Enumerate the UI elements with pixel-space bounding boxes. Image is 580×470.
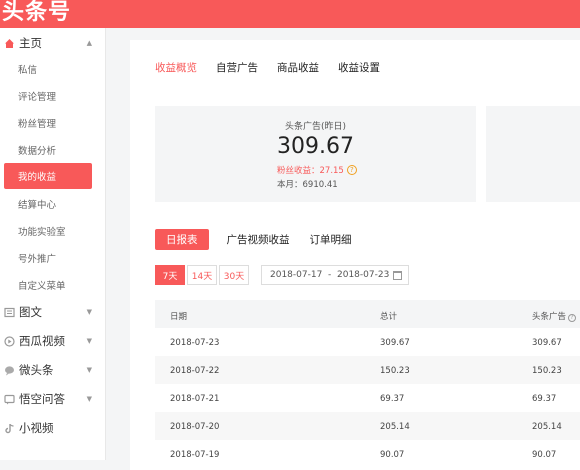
video-icon (3, 335, 15, 347)
sidebar-group-xigua-video[interactable]: 西瓜视频 ▼ (0, 330, 106, 352)
sidebar-group-label: 西瓜视频 (19, 334, 65, 348)
table-row: 2018-07-21 69.37 69.37 (155, 384, 580, 412)
sidebar-item-custom-menu[interactable]: 自定义菜单 (0, 274, 106, 296)
sidebar-group-micro-toutiao[interactable]: 微头条 ▼ (0, 359, 106, 381)
chevron-down-icon[interactable]: ▼ (87, 366, 92, 374)
tab-self-ads[interactable]: 自营广告 (216, 60, 258, 75)
sidebar-item-promotion[interactable]: 号外推广 (0, 247, 106, 269)
sidebar-group-label: 小视频 (19, 421, 54, 435)
report-tabs: 日报表 广告视频收益 订单明细 (155, 228, 372, 250)
sidebar-group-wukong-qa[interactable]: 悟空问答 ▼ (0, 388, 106, 410)
sidebar-group-label: 主页 (19, 36, 42, 50)
cell-date: 2018-07-19 (170, 450, 220, 460)
cell-toutiao-ads: 309.67 (532, 338, 562, 348)
cell-date: 2018-07-20 (170, 422, 220, 432)
top-bar: 头条号 (0, 0, 580, 28)
short-video-icon (3, 422, 15, 434)
cell-toutiao-ads: 150.23 (532, 366, 562, 376)
summary-value: 309.67 (277, 134, 354, 159)
chevron-down-icon[interactable]: ▼ (87, 395, 92, 403)
header-total: 总计 (380, 312, 398, 322)
sidebar-item-my-income[interactable]: 我的收益 (4, 163, 92, 189)
table-row: 2018-07-22 150.23 150.23 (155, 356, 580, 384)
header-toutiao-ads-label: 头条广告 (532, 312, 567, 322)
cell-total: 150.23 (380, 366, 410, 376)
month-income: 本月：6910.41 (277, 180, 338, 190)
table-header: 日期 总计 头条广告? (155, 300, 580, 328)
help-icon[interactable]: ? (346, 165, 357, 175)
sidebar-group-label: 微头条 (19, 363, 54, 377)
tab-income-overview[interactable]: 收益概览 (155, 60, 197, 75)
cell-total: 205.14 (380, 422, 410, 432)
fans-income: 粉丝收益：27.15 ? (277, 164, 357, 176)
home-icon (3, 37, 15, 49)
date-range-picker[interactable]: 2018-07-17 - 2018-07-23 (261, 265, 409, 285)
chevron-up-icon[interactable]: ▲ (87, 39, 92, 47)
range-filter: 7天 14天 30天 (155, 265, 251, 285)
cell-date: 2018-07-21 (170, 394, 220, 404)
sidebar-group-label: 悟空问答 (19, 392, 65, 406)
chat-icon (3, 364, 15, 376)
range-7-days-button[interactable]: 7天 (155, 265, 185, 285)
sidebar-group-article[interactable]: 图文 ▼ (0, 301, 106, 323)
range-14-days-button[interactable]: 14天 (187, 265, 217, 285)
header-toutiao-ads: 头条广告? (532, 310, 577, 322)
table-row: 2018-07-23 309.67 309.67 (155, 328, 580, 356)
cell-date: 2018-07-23 (170, 338, 220, 348)
date-range-text: 2018-07-17 - 2018-07-23 (270, 270, 390, 280)
article-icon (3, 306, 15, 318)
help-icon[interactable]: ? (568, 314, 577, 322)
tab-ad-video-income[interactable]: 广告视频收益 (227, 232, 290, 247)
cell-toutiao-ads: 205.14 (532, 422, 562, 432)
sidebar-item-comments[interactable]: 评论管理 (0, 85, 106, 107)
table-row: 2018-07-20 205.14 205.14 (155, 412, 580, 440)
cell-total: 90.07 (380, 450, 405, 460)
range-30-days-button[interactable]: 30天 (219, 265, 249, 285)
chevron-down-icon[interactable]: ▼ (87, 337, 92, 345)
cell-total: 69.37 (380, 394, 405, 404)
cell-date: 2018-07-22 (170, 366, 220, 376)
app-logo[interactable]: 头条号 (2, 0, 71, 26)
tab-product-income[interactable]: 商品收益 (277, 60, 319, 75)
tab-income-settings[interactable]: 收益设置 (338, 60, 380, 75)
tab-order-details[interactable]: 订单明细 (310, 232, 352, 247)
summary-title: 头条广告(昨日) (284, 122, 347, 132)
qa-icon (3, 393, 15, 405)
cell-total: 309.67 (380, 338, 410, 348)
sidebar: 主页 ▲ 私信 评论管理 粉丝管理 数据分析 我的收益 结算中心 功能实验室 号… (0, 28, 106, 460)
sidebar-item-analytics[interactable]: 数据分析 (0, 139, 106, 161)
sidebar-group-short-video[interactable]: 小视频 (0, 417, 106, 439)
sidebar-item-messages[interactable]: 私信 (0, 58, 106, 80)
sidebar-group-label: 图文 (19, 305, 42, 319)
sidebar-item-lab[interactable]: 功能实验室 (0, 220, 106, 242)
table-row: 2018-07-19 90.07 90.07 (155, 440, 580, 468)
sidebar-item-fans[interactable]: 粉丝管理 (0, 112, 106, 134)
sidebar-item-settlement[interactable]: 结算中心 (0, 193, 106, 215)
cell-toutiao-ads: 69.37 (532, 394, 557, 404)
summary-card: 头条广告(昨日) 309.67 粉丝收益：27.15 ? 本月：6910.41 (155, 106, 476, 202)
header-date: 日期 (170, 312, 188, 322)
calendar-icon[interactable] (393, 271, 402, 280)
sidebar-group-home[interactable]: 主页 ▲ (0, 32, 106, 54)
tab-daily-report[interactable]: 日报表 (155, 228, 209, 250)
fans-income-text: 粉丝收益：27.15 (277, 166, 344, 176)
top-tabs: 收益概览 自营广告 商品收益 收益设置 (155, 60, 399, 75)
summary-card-secondary (486, 106, 580, 202)
chevron-down-icon[interactable]: ▼ (87, 308, 92, 316)
cell-toutiao-ads: 90.07 (532, 450, 557, 460)
